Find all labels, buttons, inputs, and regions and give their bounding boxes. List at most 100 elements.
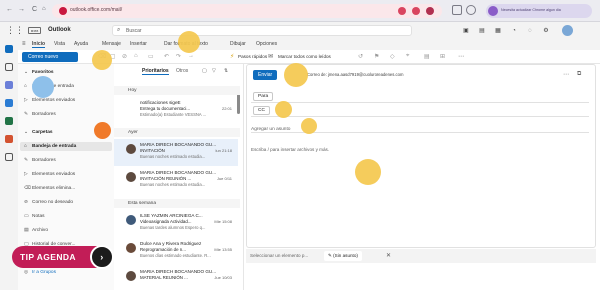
move-icon[interactable]: ▭: [148, 53, 154, 60]
folders-header[interactable]: ⌄ Carpetas: [24, 130, 53, 135]
reload-icon[interactable]: C: [32, 6, 37, 13]
folder-item[interactable]: ▭ Notas: [24, 214, 45, 219]
folder-item[interactable]: ⌫Elementos elimina...: [24, 186, 75, 191]
translate-icon[interactable]: ⊞: [440, 53, 445, 60]
list-item[interactable]: notificaciones sigeE Entrega tu document…: [114, 97, 238, 124]
undo-icon[interactable]: ↺: [358, 53, 363, 60]
folder-item[interactable]: ▷ Elementos enviados: [24, 98, 75, 103]
avatar: [126, 144, 136, 154]
select-icon[interactable]: ▢: [202, 68, 207, 74]
folder-item[interactable]: ⌂Bandeja de entrada: [24, 144, 76, 149]
list-item[interactable]: MARIA DIRECH BOCANANDO GU... INVITACIÓN …: [114, 167, 238, 194]
folder-item[interactable]: ▤ Archivo: [24, 228, 48, 233]
tab-dibujar[interactable]: Dibujar: [230, 41, 246, 47]
tab-otros[interactable]: Otros: [176, 68, 188, 74]
m365-badge[interactable]: M365: [28, 27, 41, 34]
list-item[interactable]: ILSE YAZMIN ARCINIEGA C... Videoasignada…: [114, 210, 238, 237]
people-icon[interactable]: [5, 81, 13, 89]
app-launcher-icon[interactable]: ⋮⋮: [6, 26, 24, 35]
flag-icon[interactable]: ⚑: [374, 53, 379, 60]
sort-icon[interactable]: ⇅: [224, 68, 228, 74]
more-options-icon[interactable]: ⋯: [563, 71, 569, 78]
message-body[interactable]: Escriba / para insertar archivos y más.: [251, 147, 329, 152]
forward-icon[interactable]: →: [18, 6, 25, 13]
tab-mensaje[interactable]: Mensaje: [102, 41, 121, 47]
settings-icon[interactable]: ⚙: [542, 27, 550, 35]
list-item[interactable]: MARIA DIRECH BOCANANDO GU... MATERIAL RE…: [114, 266, 238, 290]
sidebar-icon[interactable]: [452, 5, 462, 15]
print-icon[interactable]: ▤: [424, 53, 430, 60]
favorites-header[interactable]: ⌄ Favoritos: [24, 70, 54, 75]
calendar-icon[interactable]: ▦: [494, 27, 502, 35]
folder-item[interactable]: ⊘ Correo no deseado: [24, 200, 73, 205]
calendar-icon[interactable]: [5, 63, 13, 71]
popout-icon[interactable]: ⧉: [577, 71, 581, 78]
extension-icon[interactable]: [398, 7, 406, 15]
from-field[interactable]: Correo de: jmena.aasd7919@cuoluroreadene…: [307, 72, 403, 77]
reply-all-icon[interactable]: ↷: [176, 53, 181, 60]
forward-icon[interactable]: →: [188, 53, 194, 59]
pin-icon[interactable]: ⌖: [406, 53, 409, 60]
more-options-icon[interactable]: ⋯: [458, 53, 464, 60]
message-preview: Buenos días estimado estudiante. R...: [140, 253, 211, 258]
new-mail-button[interactable]: Correo nuevo: [22, 52, 78, 62]
reply-icon[interactable]: ↶: [164, 53, 169, 60]
bell-icon[interactable]: ◌: [526, 27, 534, 35]
to-row[interactable]: Para: [251, 91, 589, 103]
subject-input[interactable]: Agregar un asunto: [251, 127, 290, 132]
to-button[interactable]: Para: [253, 92, 274, 101]
sweep-icon[interactable]: ⌂: [134, 53, 138, 59]
group-header-ayer[interactable]: Ayer: [114, 128, 240, 137]
profile-button[interactable]: Necesita actualizar Chrome algun dia: [486, 4, 592, 18]
tab-ayuda[interactable]: Ayuda: [74, 41, 88, 47]
play-icon[interactable]: ›: [90, 245, 114, 269]
extension-icon[interactable]: [426, 7, 434, 15]
envelope-open-icon[interactable]: ✉: [268, 53, 273, 60]
menu-icon[interactable]: ≡: [22, 41, 26, 47]
mail-icon[interactable]: [5, 45, 13, 53]
groups-link[interactable]: ◎ Ir a Grupos: [24, 270, 56, 275]
teams-icon[interactable]: ▤: [478, 27, 486, 35]
profile-text: Necesita actualizar Chrome algun dia: [501, 8, 561, 12]
download-icon[interactable]: [466, 5, 476, 15]
filter-icon[interactable]: ▽: [212, 68, 216, 74]
tab-opciones[interactable]: Opciones: [256, 41, 277, 47]
powerpoint-icon[interactable]: [5, 135, 13, 143]
message-date: Mie 13:55: [214, 247, 232, 252]
cc-button[interactable]: CC: [253, 106, 270, 115]
home-icon[interactable]: ⌂: [42, 6, 46, 12]
avatar[interactable]: [562, 25, 573, 36]
app-title[interactable]: Outlook: [48, 27, 71, 33]
tab-prioritarios[interactable]: Prioritarios: [142, 68, 169, 75]
list-item[interactable]: MARIA DIRECH BOCANANDO GU... INVITACIÓN …: [114, 139, 238, 166]
tab-insertar[interactable]: Insertar: [130, 41, 147, 47]
draft-bar: Seleccionar un elemento p... ✎ (Sin asun…: [246, 249, 596, 263]
group-header-esta-semana[interactable]: Esta semana: [114, 199, 240, 208]
notifications-icon[interactable]: ◔: [510, 27, 518, 35]
lightning-icon[interactable]: ⚡: [230, 53, 234, 60]
meet-icon[interactable]: ▣: [462, 27, 470, 35]
address-bar[interactable]: outlook.office.com/mail/: [52, 4, 442, 18]
word-icon[interactable]: [5, 99, 13, 107]
close-icon[interactable]: ✕: [386, 252, 391, 259]
report-icon[interactable]: ⊘: [122, 53, 127, 60]
tag-icon[interactable]: ◇: [390, 53, 395, 60]
mark-all-read-button[interactable]: Marcar todos como leídos: [278, 54, 331, 59]
group-header-hoy[interactable]: Hoy: [114, 86, 240, 95]
send-button[interactable]: Enviar: [253, 70, 277, 80]
search-input[interactable]: ⌕ Buscar: [112, 25, 412, 36]
back-icon[interactable]: ←: [6, 6, 13, 13]
more-apps-icon[interactable]: [5, 153, 13, 161]
extension-icon[interactable]: [412, 7, 420, 15]
draft-tab[interactable]: ✎ (Sin asunto): [324, 251, 362, 261]
quick-steps-button[interactable]: Pasos rápidos: [238, 54, 267, 59]
list-item[interactable]: Dulce Ana y Rivera Rodriguez Reprogramac…: [114, 238, 238, 265]
excel-icon[interactable]: [5, 117, 13, 125]
folder-item[interactable]: ✎ Borradores: [24, 158, 56, 163]
tab-inicio[interactable]: Inicio: [32, 41, 46, 48]
cc-row[interactable]: CC: [251, 105, 589, 117]
folder-item[interactable]: ▷ Elementos enviados: [24, 172, 75, 177]
tab-vista[interactable]: Vista: [54, 41, 65, 47]
folder-item[interactable]: ✎ Borradores: [24, 112, 56, 117]
select-item-tab[interactable]: Seleccionar un elemento p...: [250, 253, 308, 258]
